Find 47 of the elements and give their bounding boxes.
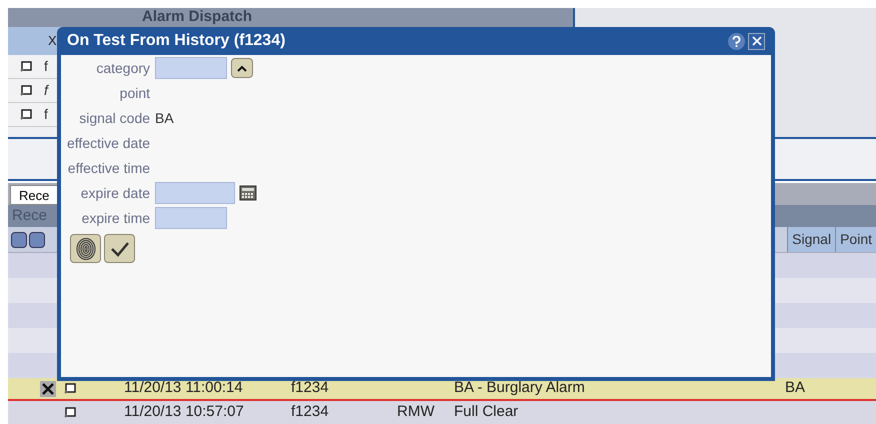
- input-field[interactable]: [155, 182, 236, 204]
- field-label: point: [118, 84, 150, 103]
- table-cell-text: Full Clear: [454, 402, 520, 422]
- table-cell-text: f1234: [291, 402, 330, 422]
- table-cell-text: 11/20/13 11:00:14: [124, 378, 244, 398]
- app-title: Alarm Dispatch: [142, 7, 252, 28]
- help-button[interactable]: [728, 32, 745, 50]
- table-cell-text: f: [44, 57, 48, 76]
- field-label: expire date: [80, 184, 150, 203]
- note-icon: [64, 382, 76, 395]
- note-icon: [20, 84, 32, 96]
- field-label: signal code: [78, 109, 150, 128]
- fingerprint-button[interactable]: [70, 234, 101, 263]
- table-cell-text: f: [44, 81, 48, 100]
- field-label: expire time: [80, 209, 150, 228]
- fingerprint-icon: [76, 238, 96, 260]
- input-field[interactable]: [155, 57, 228, 79]
- close-icon: [752, 36, 762, 46]
- note-icon: [64, 406, 76, 419]
- table-cell-text: f: [44, 105, 48, 124]
- note-icon: [20, 60, 32, 72]
- tab[interactable]: Rece: [10, 185, 58, 206]
- field-label: effective date: [67, 134, 150, 153]
- confirm-button[interactable]: [104, 234, 135, 263]
- table-cell-text: BA - Burglary Alarm: [454, 378, 586, 398]
- note-icon: [20, 108, 32, 120]
- table-cell-text: 11/20/13 10:57:07: [124, 402, 245, 422]
- help-icon: [732, 36, 741, 46]
- field-label: category: [95, 59, 150, 78]
- tools-icon: [40, 380, 56, 397]
- table-cell: RMW: [397, 403, 434, 420]
- table-cell-text: f1234: [291, 378, 330, 398]
- column-header: X: [48, 32, 57, 50]
- table-row[interactable]: 11/20/13 10:57:07 f1234 RMW Full Clear: [8, 401, 876, 424]
- column-header[interactable]: Signal: [787, 227, 836, 252]
- dialog-title: On Test From History (f1234): [67, 31, 286, 51]
- table-cell-text: BA: [785, 378, 806, 398]
- input-field[interactable]: [155, 207, 228, 229]
- caret-icon: [237, 64, 248, 72]
- check-icon: [110, 240, 130, 256]
- field-label: effective time: [67, 159, 150, 178]
- panel-title: Rece: [12, 206, 48, 226]
- column-header[interactable]: Point: [835, 227, 876, 252]
- dropdown-button[interactable]: [231, 58, 254, 78]
- close-button[interactable]: [748, 32, 765, 50]
- calendar-icon[interactable]: [239, 185, 258, 201]
- field-value: BA: [155, 108, 174, 128]
